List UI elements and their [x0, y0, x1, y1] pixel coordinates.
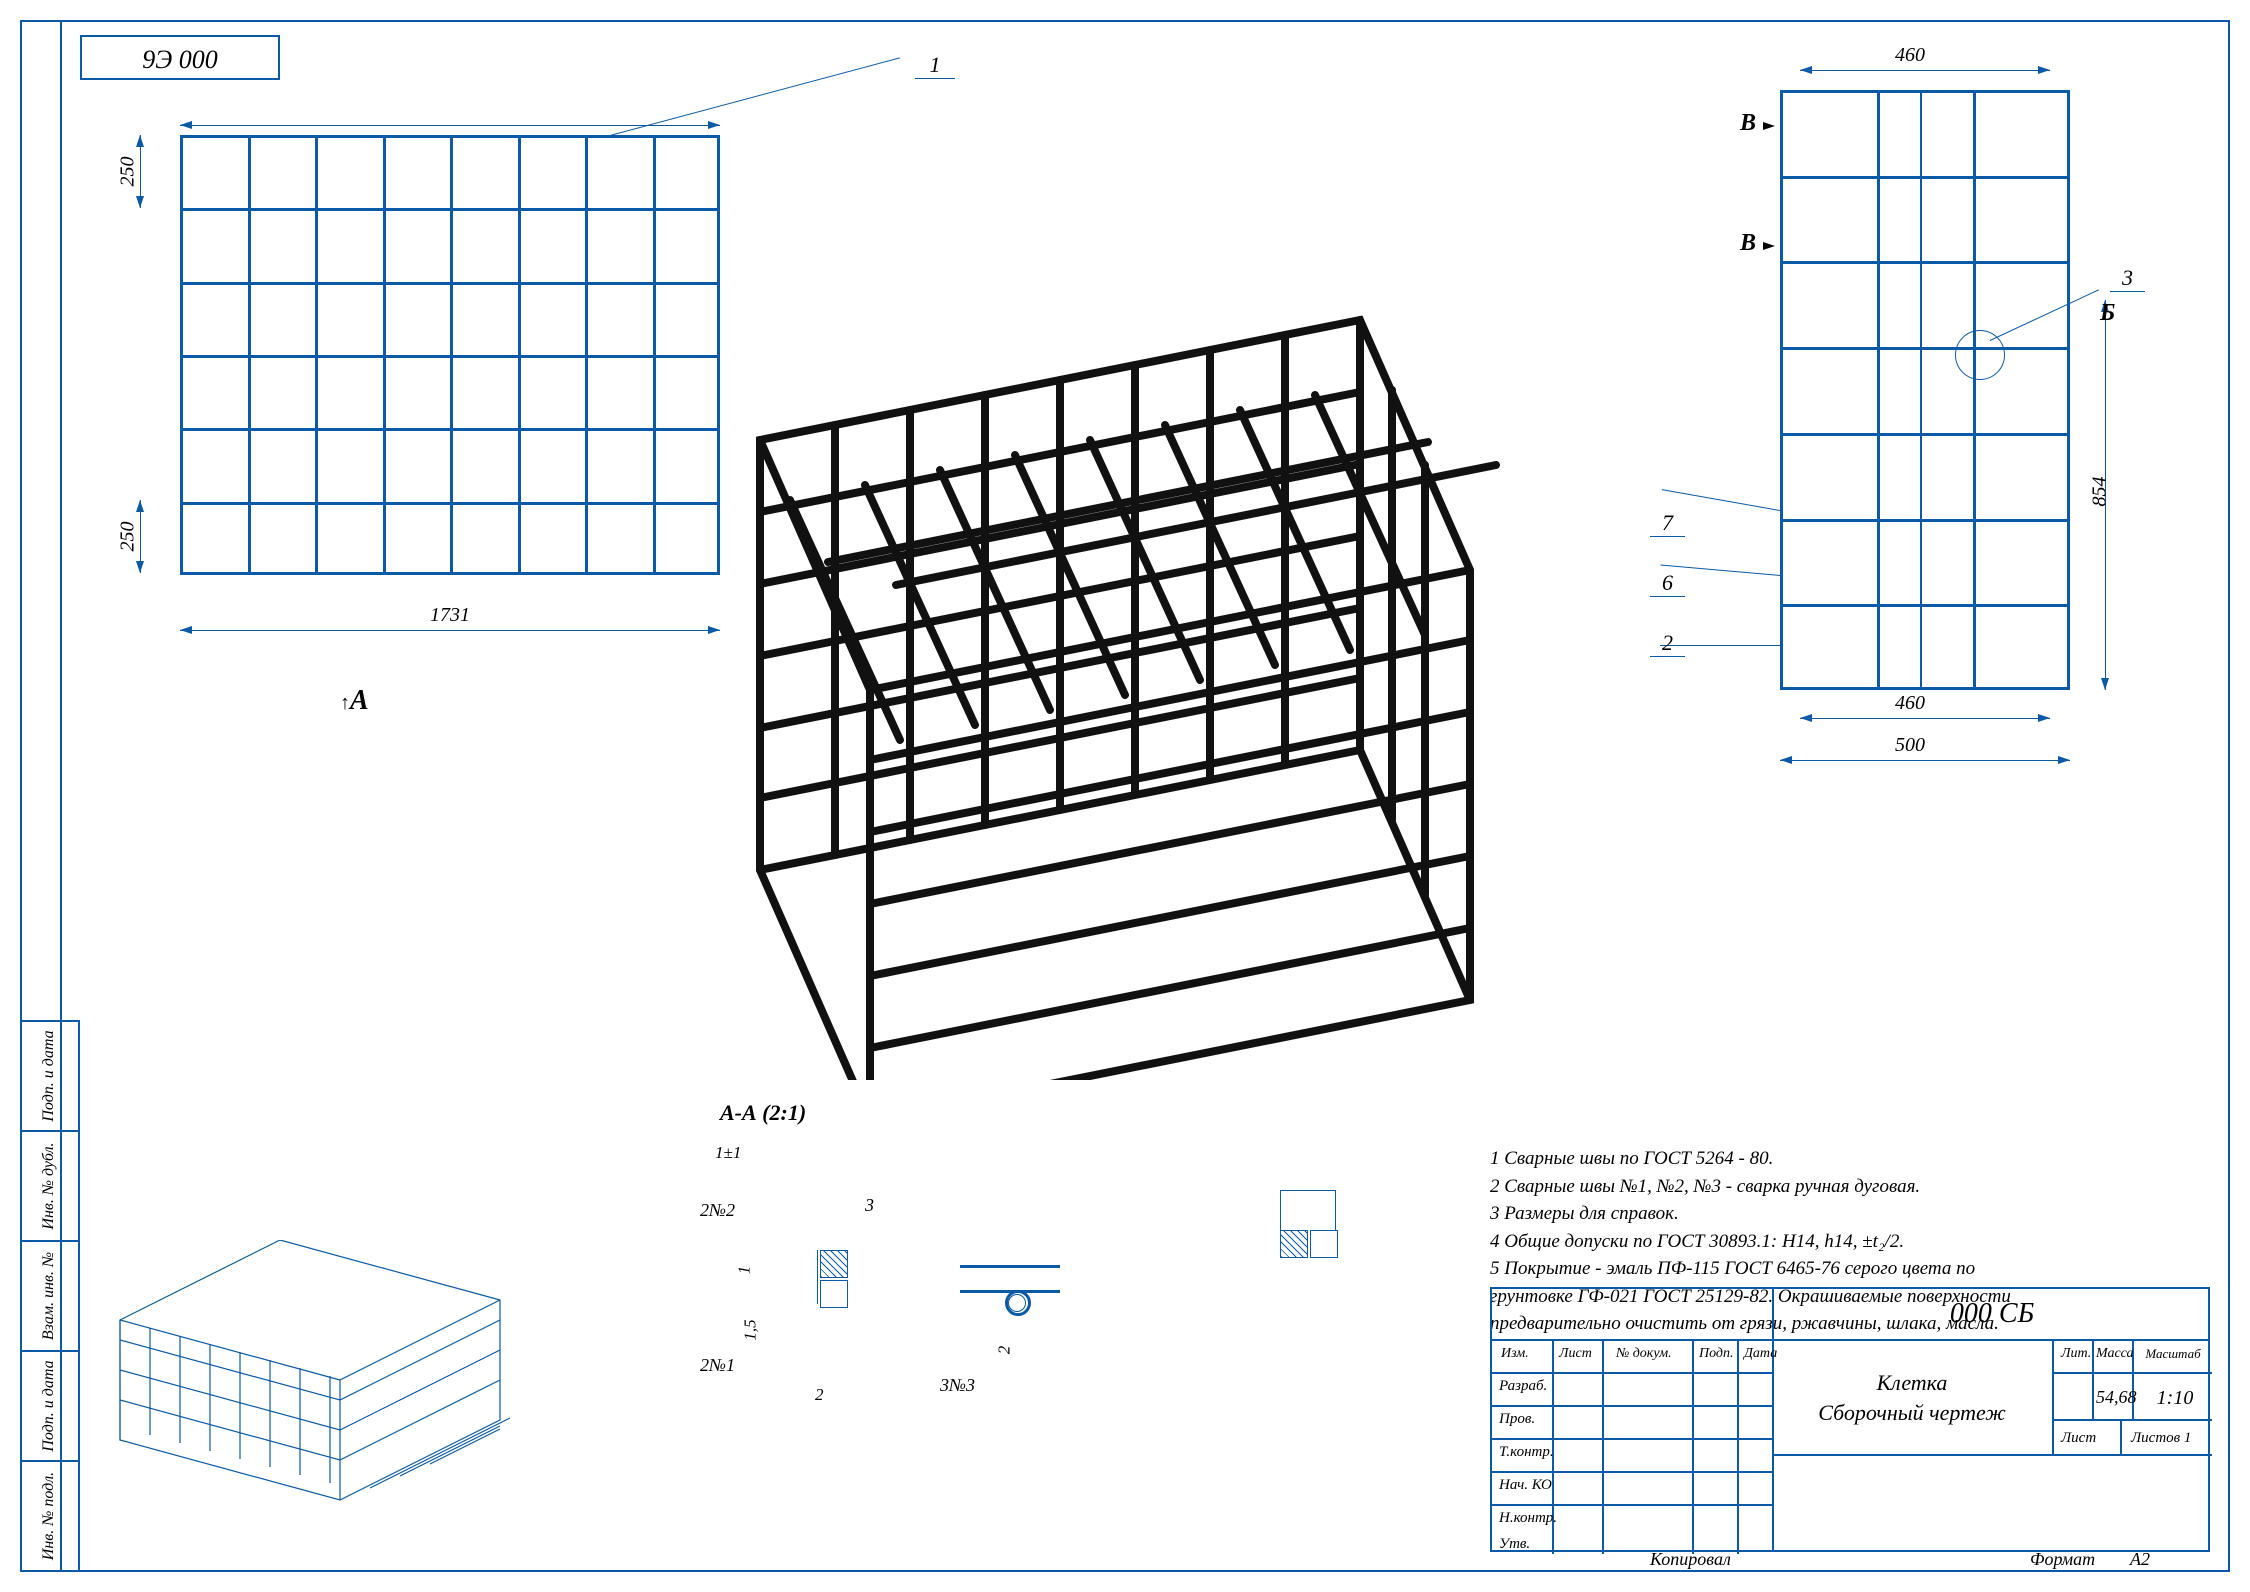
sidebar-cell: Инв. № подл.: [40, 1472, 58, 1560]
dim-value: 1±1: [715, 1143, 741, 1163]
arrow-icon: [136, 135, 144, 147]
dim-line: [180, 630, 720, 631]
arrow-icon: [1780, 756, 1792, 764]
tb-sheets: Листов 1: [2127, 1427, 2195, 1450]
arrow-icon: [180, 121, 192, 129]
sidebar-cell: Подп. и дата: [40, 1360, 58, 1451]
arrow-icon: [1763, 242, 1775, 250]
footer-label: Формат: [2030, 1549, 2095, 1570]
arrow-icon: [1800, 714, 1812, 722]
isometric-view: [80, 1240, 540, 1540]
detail-a: [780, 1190, 870, 1340]
tb-role: Т.контр.: [1495, 1441, 1558, 1464]
tb-head: Дата: [1740, 1343, 1781, 1365]
dim-value: 460: [1895, 44, 1925, 67]
rendered-3d-view: [640, 180, 1540, 1080]
dim-value: 250: [117, 522, 140, 552]
dim-value: 2: [994, 1346, 1014, 1355]
dim-value: 2: [815, 1385, 824, 1405]
tb-sheet: Лист: [2057, 1427, 2100, 1450]
tb-role: Утв.: [1495, 1533, 1534, 1556]
position-marker: 3: [2110, 265, 2145, 292]
dim-value: 500: [1895, 734, 1925, 757]
footer-value: А2: [2130, 1549, 2150, 1570]
detail-b: [960, 1255, 1090, 1355]
section-label: А-А (2:1): [720, 1100, 806, 1126]
position-marker: 7: [1650, 510, 1685, 537]
tb-head: Лист: [1555, 1343, 1596, 1365]
dim-line: [1780, 760, 2070, 761]
side-view: [1780, 90, 2070, 690]
tb-role: Нач. КО: [1495, 1474, 1556, 1497]
arrow-icon: [2038, 714, 2050, 722]
weld-label: 3№3: [940, 1375, 975, 1396]
front-view: [180, 135, 720, 575]
sidebar-cell: Взам. инв. №: [40, 1252, 58, 1340]
position-marker: 1: [915, 52, 955, 79]
weld-label: 2№2: [700, 1200, 735, 1221]
arrow-icon: [136, 500, 144, 512]
dim-value: 250: [117, 157, 140, 187]
sidebar-cell: Подп. и дата: [40, 1030, 58, 1121]
dim-line: [180, 125, 720, 126]
position-marker: 6: [1650, 570, 1685, 597]
detail-circle-icon: [1955, 330, 2005, 380]
dim-line: [1800, 70, 2050, 71]
arrow-icon: [136, 196, 144, 208]
dim-value: 460: [1895, 692, 1925, 715]
tb-head: Подп.: [1695, 1343, 1738, 1365]
note-line: 1 Сварные швы по ГОСТ 5264 - 80.: [1490, 1145, 2190, 1173]
section-mark: В: [1740, 230, 1756, 257]
tb-role: Разраб.: [1495, 1375, 1551, 1398]
arrow-icon: [1763, 122, 1775, 130]
footer-label: Копировал: [1650, 1549, 1731, 1570]
view-arrow-label: ↑А: [340, 685, 369, 717]
weld-label: 2№1: [700, 1355, 735, 1376]
detail-c: [1250, 1190, 1390, 1330]
arrow-icon: [1800, 66, 1812, 74]
tb-head: Масштаб: [2137, 1343, 2209, 1365]
title-block: 000 СБ Изм. Лист № докум. Подп. Дата Раз…: [1490, 1287, 2210, 1552]
note-line: 4 Общие допуски по ГОСТ 30893.1: H14, h1…: [1490, 1228, 2190, 1256]
tb-code: 000 СБ: [1772, 1295, 2212, 1333]
iso-svg: [80, 1240, 540, 1540]
dim-value: 1731: [430, 604, 470, 627]
tb-scale: 1:10: [2140, 1384, 2210, 1413]
tb-role: Н.контр.: [1495, 1507, 1561, 1530]
tb-head: Масса: [2092, 1343, 2137, 1365]
pos-marker: 3: [865, 1195, 874, 1216]
tb-head: Изм.: [1497, 1343, 1533, 1365]
sidebar-stamp: Подп. и дата Инв. № дубл. Взам. инв. № П…: [20, 1020, 80, 1572]
drawing-code-tag: 9Э 000: [80, 35, 280, 80]
arrow-icon: [136, 561, 144, 573]
dim-line: [1800, 718, 2050, 719]
dim-value: 1,5: [741, 1319, 761, 1340]
tb-mass: 54,68: [2092, 1384, 2137, 1411]
arrow-icon: [180, 626, 192, 634]
note-line: 3 Размеры для справок.: [1490, 1200, 2190, 1228]
arrow-icon: [2058, 756, 2070, 764]
tb-role: Пров.: [1495, 1408, 1539, 1431]
detail-mark: Б: [2100, 300, 2115, 327]
tb-head: Лит.: [2057, 1343, 2092, 1365]
section-mark: В: [1740, 110, 1756, 137]
tb-name: Клетка: [1772, 1367, 2052, 1399]
tb-head: № докум.: [1612, 1343, 1676, 1365]
note-line: 5 Покрытие - эмаль ПФ-115 ГОСТ 6465-76 с…: [1490, 1255, 2190, 1283]
arrow-icon: [708, 121, 720, 129]
arrow-icon: [2101, 678, 2109, 690]
position-marker: 2: [1650, 630, 1685, 657]
dim-value: 1: [734, 1266, 754, 1275]
note-line: 2 Сварные швы №1, №2, №3 - сварка ручная…: [1490, 1173, 2190, 1201]
dim-value: 854: [2089, 477, 2112, 507]
tb-name: Сборочный чертеж: [1772, 1397, 2052, 1429]
sidebar-cell: Инв. № дубл.: [40, 1142, 58, 1229]
arrow-icon: [2038, 66, 2050, 74]
